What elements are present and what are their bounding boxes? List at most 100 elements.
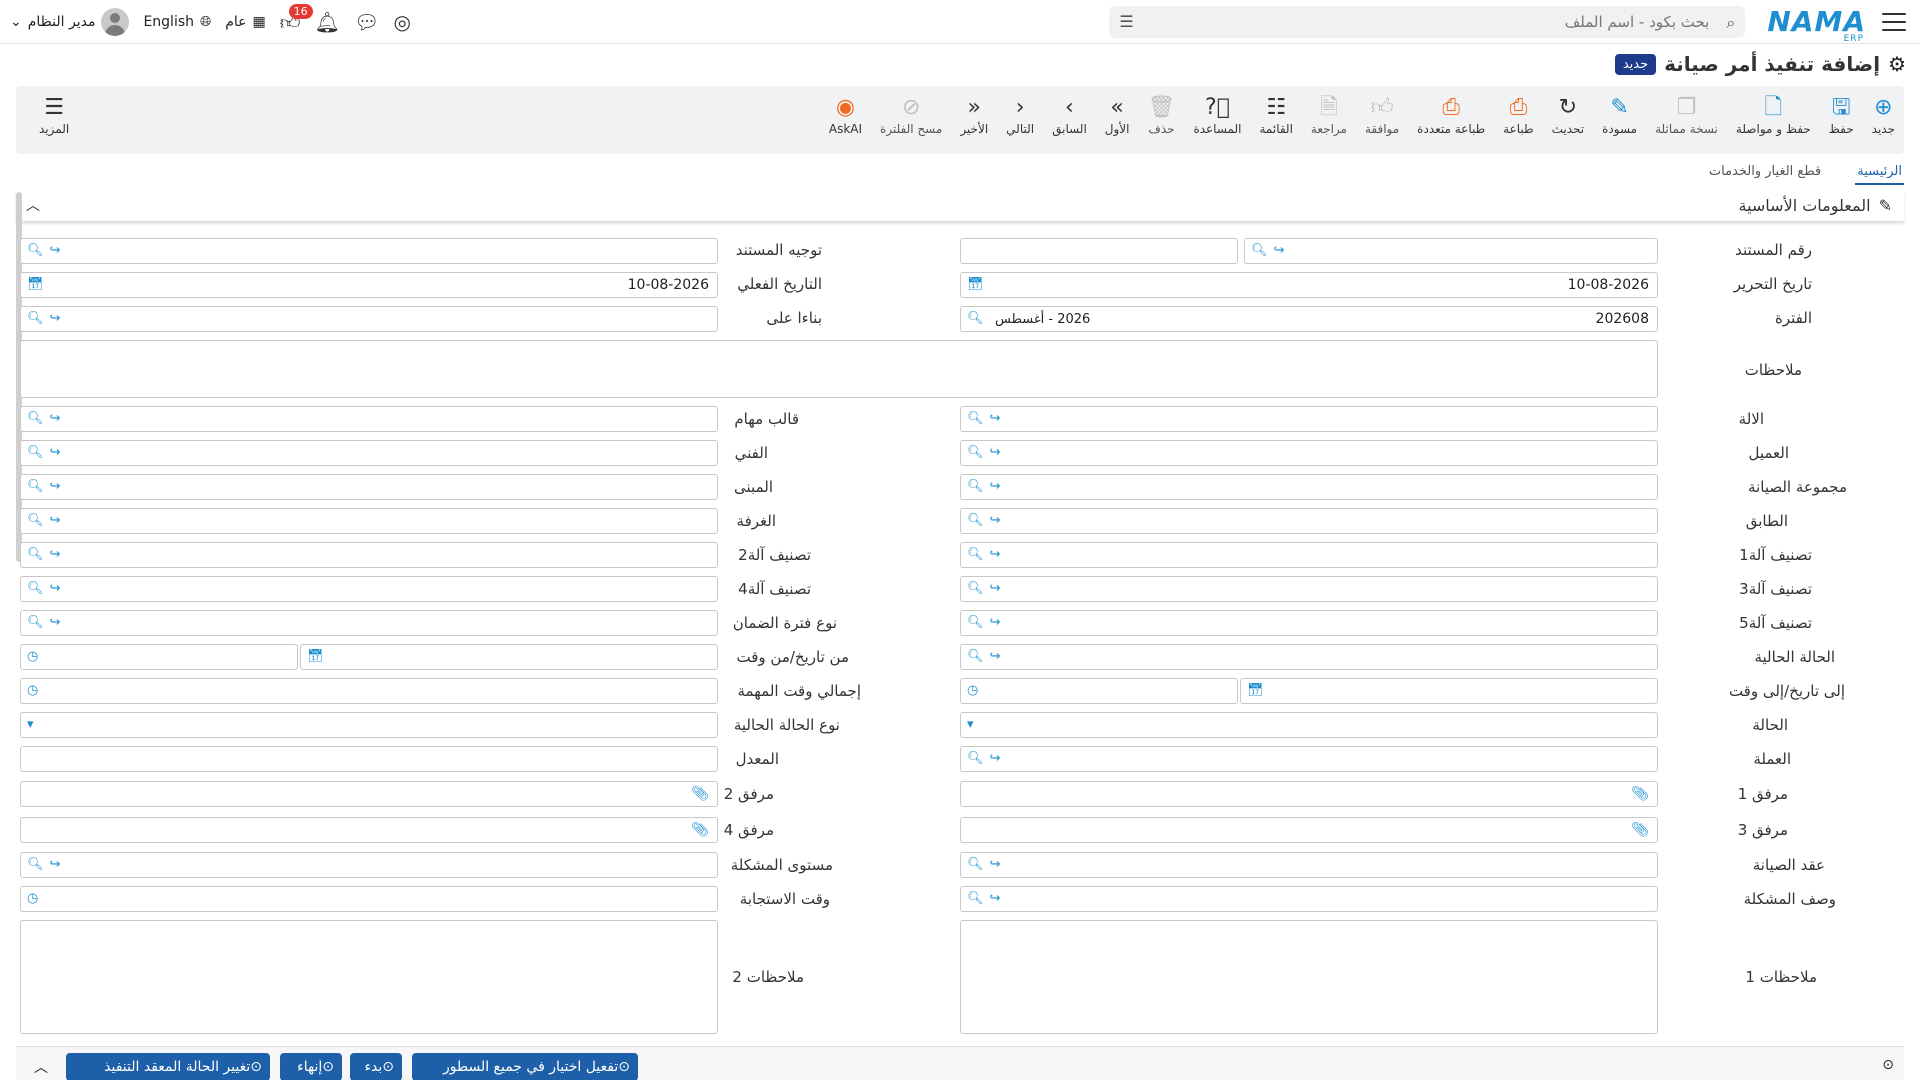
calendar-icon[interactable]: 📅︎ xyxy=(967,277,984,292)
machine-field[interactable]: 🔍︎ ↪ xyxy=(960,406,1658,432)
class5-field[interactable]: 🔍︎ ↪ xyxy=(960,610,1658,636)
paperclip-icon[interactable]: 📎︎ xyxy=(691,786,709,802)
save-continue-button[interactable]: 🗋 حفظ و مواصلة xyxy=(1727,94,1820,136)
search-lookup-icon[interactable]: 🔍︎ xyxy=(967,581,984,596)
search-icon[interactable]: ⌕ xyxy=(1717,13,1735,32)
review-button[interactable]: 🗎 مراجعة xyxy=(1302,94,1356,136)
user-menu[interactable]: ⌄ مدير النظام xyxy=(10,8,130,36)
bell-icon[interactable]: 🔔︎ xyxy=(315,10,340,34)
warranty-type-field[interactable]: 🔍︎ ↪ xyxy=(20,610,718,636)
search-lookup-icon[interactable]: 🔍︎ xyxy=(967,615,984,630)
calendar-icon[interactable]: 📅︎ xyxy=(307,649,324,664)
search-lookup-icon[interactable]: 🔍︎ xyxy=(27,857,44,872)
task-template-field[interactable]: 🔍︎ ↪ xyxy=(20,406,718,432)
building-field[interactable]: 🔍︎ ↪ xyxy=(20,474,718,500)
floor-field[interactable]: 🔍︎ ↪ xyxy=(960,508,1658,534)
share-icon[interactable]: ↪ xyxy=(50,615,61,630)
chevron-up-icon[interactable]: ︿ xyxy=(34,1057,48,1077)
total-task-time-field[interactable]: ◷ xyxy=(20,678,718,704)
rate-field[interactable] xyxy=(20,746,718,772)
share-icon[interactable]: ↪ xyxy=(990,445,1001,460)
first-button[interactable]: » الأول xyxy=(1096,94,1139,136)
actual-date-field[interactable]: 10-08-2026 📅︎ xyxy=(20,272,718,298)
search-input[interactable] xyxy=(1133,12,1718,31)
class2-field[interactable]: 🔍︎ ↪ xyxy=(20,542,718,568)
ai-icon[interactable]: ◎ xyxy=(393,10,410,34)
general-menu[interactable]: عام ▦ xyxy=(225,14,266,30)
search-lookup-icon[interactable]: 🔍︎ xyxy=(967,891,984,906)
clock-icon[interactable]: ◷ xyxy=(27,683,38,698)
paperclip-icon[interactable]: 📎︎ xyxy=(691,822,709,838)
askai-button[interactable]: ◉ AskAI xyxy=(820,94,871,136)
next-button[interactable]: ‹ التالي xyxy=(997,94,1043,136)
likes-icon[interactable]: 👍︎ 16 xyxy=(280,3,313,35)
search-lookup-icon[interactable]: 🔍︎ xyxy=(967,445,984,460)
share-icon[interactable]: ↪ xyxy=(990,649,1001,664)
help-button[interactable]: ?⃝ المساعدة xyxy=(1184,94,1250,136)
caret-down-icon[interactable]: ▾ xyxy=(967,717,974,732)
search-lookup-icon[interactable]: 🔍︎ xyxy=(967,513,984,528)
class3-field[interactable]: 🔍︎ ↪ xyxy=(960,576,1658,602)
clear-filter-button[interactable]: ⊘ مسح الفلترة xyxy=(871,94,951,136)
activate-all-lines-button[interactable]: ⊙ تفعيل اختيار في جميع السطور xyxy=(412,1053,638,1080)
current-state-field[interactable]: 🔍︎ ↪ xyxy=(960,644,1658,670)
paperclip-icon[interactable]: 📎︎ xyxy=(1631,822,1649,838)
notes2-textarea[interactable] xyxy=(20,920,718,1034)
share-icon[interactable]: ↪ xyxy=(990,751,1001,766)
period-field[interactable]: 202608 2026 - أغسطس 🔍︎ xyxy=(960,306,1658,332)
search-lookup-icon[interactable]: 🔍︎ xyxy=(967,411,984,426)
share-icon[interactable]: ↪ xyxy=(50,513,61,528)
filter-icon[interactable]: ☰ xyxy=(1119,12,1133,31)
problem-desc-field[interactable]: 🔍︎ ↪ xyxy=(960,886,1658,912)
draft-button[interactable]: ✎ مسودة xyxy=(1593,94,1646,136)
currency-field[interactable]: 🔍︎ ↪ xyxy=(960,746,1658,772)
share-icon[interactable]: ↪ xyxy=(990,581,1001,596)
list-button[interactable]: ☷ القائمة xyxy=(1250,94,1301,136)
share-icon[interactable]: ↪ xyxy=(990,513,1001,528)
search-lookup-icon[interactable]: 🔍︎ xyxy=(27,479,44,494)
new-button[interactable]: ⊕ جديد xyxy=(1863,94,1904,136)
last-button[interactable]: «الأخير xyxy=(951,94,997,136)
search-lookup-icon[interactable]: 🔍︎ xyxy=(27,411,44,426)
search-lookup-icon[interactable]: 🔍︎ xyxy=(27,581,44,596)
calendar-icon[interactable]: 📅︎ xyxy=(27,277,44,292)
edit-date-field[interactable]: 10-08-2026 📅︎ xyxy=(960,272,1658,298)
search-box[interactable]: ⌕ ☰ xyxy=(1109,5,1746,38)
notes1-textarea[interactable] xyxy=(960,920,1658,1034)
search-lookup-icon[interactable]: 🔍︎ xyxy=(967,857,984,872)
menu-icon[interactable] xyxy=(1882,12,1906,31)
doc-number-secondary-field[interactable] xyxy=(960,238,1238,264)
share-icon[interactable]: ↪ xyxy=(50,411,61,426)
based-on-field[interactable]: 🔍︎ ↪ xyxy=(20,306,718,332)
save-button[interactable]: 🖫 حفظ xyxy=(1820,94,1863,136)
end-button[interactable]: ⊙ إنهاء xyxy=(280,1053,342,1080)
search-lookup-icon[interactable]: 🔍︎ xyxy=(1251,243,1268,258)
copy-button[interactable]: ❐ نسخة مماثلة xyxy=(1646,94,1727,136)
to-date-field[interactable]: 📅︎ xyxy=(1240,678,1658,704)
response-time-field[interactable]: ◷ xyxy=(20,886,718,912)
search-lookup-icon[interactable]: 🔍︎ xyxy=(27,311,44,326)
from-date-field[interactable]: 📅︎ xyxy=(300,644,718,670)
share-icon[interactable]: ↪ xyxy=(50,243,61,258)
approve-button[interactable]: 👍︎ موافقة xyxy=(1356,94,1408,136)
tab-main[interactable]: الرئيسية xyxy=(1855,160,1904,185)
search-lookup-icon[interactable]: 🔍︎ xyxy=(967,649,984,664)
section-header-basic-info[interactable]: ✎ المعلومات الأساسية ︿ xyxy=(16,190,1904,222)
search-lookup-icon[interactable]: 🔍︎ xyxy=(27,445,44,460)
caret-down-icon[interactable]: ▾ xyxy=(27,717,34,732)
customer-field[interactable]: 🔍︎ ↪ xyxy=(960,440,1658,466)
doc-direction-field[interactable]: 🔍︎ ↪ xyxy=(20,238,718,264)
share-icon[interactable]: ↪ xyxy=(990,411,1001,426)
search-lookup-icon[interactable]: 🔍︎ xyxy=(27,243,44,258)
more-button[interactable]: ☰ المزيد xyxy=(30,94,78,136)
logo[interactable]: NAMA ERP xyxy=(1767,5,1866,44)
share-icon[interactable]: ↪ xyxy=(990,479,1001,494)
search-lookup-icon[interactable]: 🔍︎ xyxy=(27,513,44,528)
multi-print-button[interactable]: ⎙ طباعة متعددة xyxy=(1408,94,1494,136)
problem-level-field[interactable]: 🔍︎ ↪ xyxy=(20,852,718,878)
start-button[interactable]: ⊙ بدء xyxy=(350,1053,402,1080)
share-icon[interactable]: ↪ xyxy=(50,547,61,562)
search-lookup-icon[interactable]: 🔍︎ xyxy=(967,311,984,326)
clock-icon[interactable]: ◷ xyxy=(27,891,38,906)
technician-field[interactable]: 🔍︎ ↪ xyxy=(20,440,718,466)
